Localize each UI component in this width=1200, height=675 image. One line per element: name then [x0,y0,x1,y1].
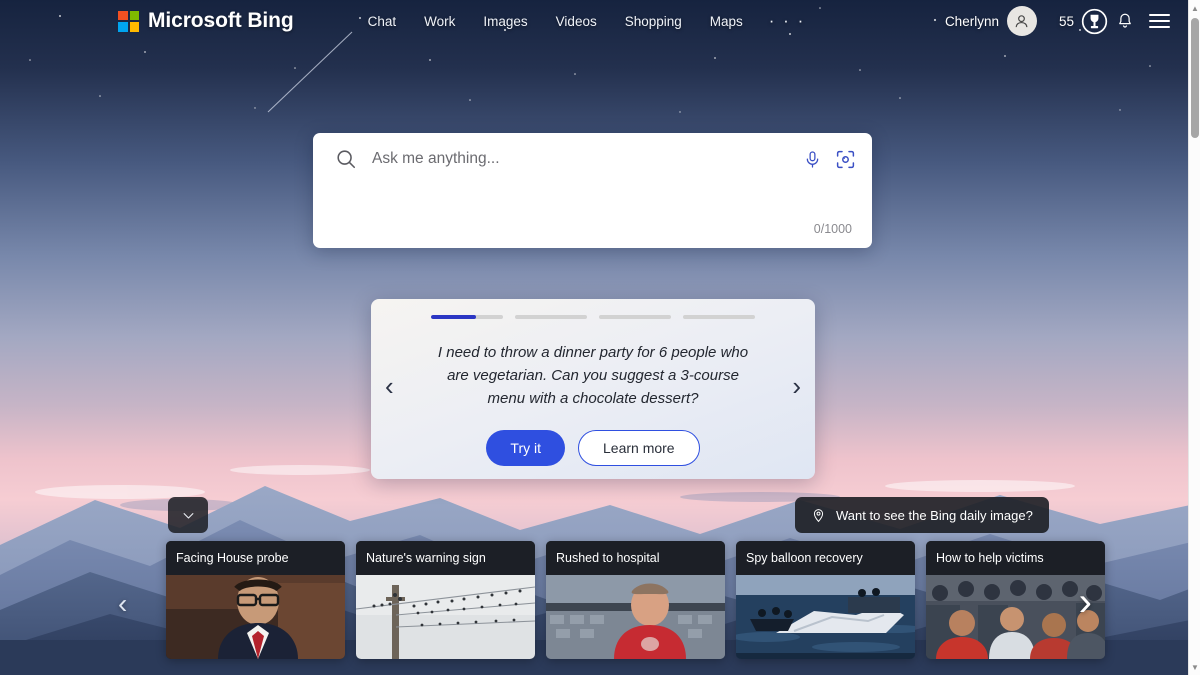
carousel-prev-button[interactable]: ‹ [385,373,394,399]
nav-item-videos[interactable]: Videos [542,8,611,35]
search-box: 0/1000 [313,133,872,248]
news-prev-button[interactable]: ‹ [118,588,127,620]
news-card[interactable]: Nature's warning sign [356,541,535,659]
scroll-down-arrow-icon[interactable]: ▼ [1189,660,1200,674]
nav-overflow-icon[interactable]: · · · [757,12,817,29]
progress-segment-2[interactable] [515,315,587,319]
news-card[interactable]: Spy balloon recovery [736,541,915,659]
news-carousel: Facing House probe Nature's warning sign [166,541,1105,659]
brand-logo[interactable]: Microsoft Bing [118,9,294,33]
nav-item-images[interactable]: Images [469,8,541,35]
news-card-image-man-in-suit [166,575,345,659]
news-card-image-birds-on-wires [356,575,535,659]
microsoft-logo-icon [118,10,139,32]
learn-more-button[interactable]: Learn more [578,430,700,466]
daily-image-label: Want to see the Bing daily image? [836,507,1033,523]
news-card-title: Nature's warning sign [356,541,535,575]
news-card-title: Facing House probe [166,541,345,575]
avatar[interactable] [1006,6,1037,36]
news-card-title: How to help victims [926,541,1105,575]
carousel-next-button[interactable]: › [792,373,801,399]
suggestion-card-buttons: Try it Learn more [486,430,700,466]
carousel-progress [431,315,755,319]
search-icon[interactable] [335,148,357,170]
nav-item-chat[interactable]: Chat [354,8,411,35]
rewards-button[interactable]: 55 [1059,8,1108,35]
daily-image-prompt[interactable]: Want to see the Bing daily image? [795,497,1049,533]
microphone-icon[interactable] [803,150,822,169]
search-input[interactable] [372,150,803,168]
scroll-up-arrow-icon[interactable]: ▲ [1189,1,1200,15]
news-card-title: Spy balloon recovery [736,541,915,575]
nav-item-shopping[interactable]: Shopping [611,8,696,35]
search-actions [803,149,856,170]
hamburger-menu-button[interactable] [1142,4,1176,38]
suggestion-prompt-text: I need to throw a dinner party for 6 peo… [437,344,749,407]
expand-content-button[interactable] [168,497,208,533]
search-row [313,133,872,185]
notifications-button[interactable] [1108,4,1142,38]
nav-item-work[interactable]: Work [410,8,469,35]
chevron-down-icon [183,512,193,519]
bell-icon [1119,13,1131,28]
account-area: Cherlynn 55 [945,4,1188,38]
hamburger-menu-icon [1148,14,1170,28]
nav-item-maps[interactable]: Maps [696,8,757,35]
top-navigation-bar: Microsoft Bing Chat Work Images Videos S… [0,0,1188,42]
page-scrollbar[interactable]: ▲ ▼ [1188,0,1200,675]
nav-links: Chat Work Images Videos Shopping Maps · … [354,8,818,35]
news-card-title: Rushed to hospital [546,541,725,575]
news-card[interactable]: Facing House probe [166,541,345,659]
try-it-button[interactable]: Try it [486,430,565,466]
progress-segment-4[interactable] [683,315,755,319]
suggestion-card: I need to throw a dinner party for 6 peo… [371,299,815,479]
rewards-trophy-icon [1081,8,1108,34]
visual-search-icon[interactable] [835,149,856,170]
character-counter: 0/1000 [813,222,852,236]
username-label: Cherlynn [944,13,999,29]
news-next-button[interactable]: › [1079,580,1092,625]
scrollbar-thumb[interactable] [1191,18,1199,138]
news-card-image-balloon-recovery [736,575,915,659]
news-card[interactable]: Rushed to hospital [546,541,725,659]
progress-segment-1[interactable] [431,315,503,319]
location-pin-icon [813,508,824,522]
news-card-image-man-red-shirt [546,575,725,659]
person-avatar-icon [1016,14,1028,27]
rewards-count: 55 [1058,13,1074,29]
progress-segment-3[interactable] [599,315,671,319]
brand-name: Microsoft Bing [148,9,294,32]
